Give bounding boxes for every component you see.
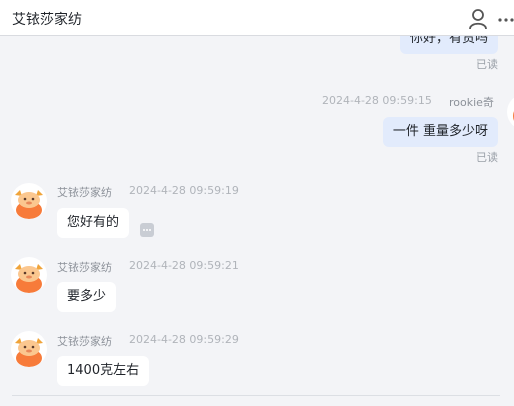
person-icon[interactable] bbox=[468, 8, 488, 30]
seller-avatar[interactable] bbox=[11, 331, 47, 367]
seller-avatar[interactable] bbox=[11, 257, 47, 293]
my-avatar[interactable] bbox=[507, 94, 514, 130]
seller-avatar-icon bbox=[11, 183, 47, 219]
seller-avatar-icon bbox=[11, 331, 47, 367]
chat-history[interactable]: 你好，有货吗 已读 2024-4-28 09:59:15 rookie奇 一件 … bbox=[0, 36, 514, 406]
sender-name: 艾铱莎家纺 bbox=[57, 186, 112, 199]
message-time: 2024-4-28 09:59:21 bbox=[129, 259, 239, 272]
sender-name: rookie奇 bbox=[449, 96, 494, 109]
divider bbox=[12, 395, 500, 396]
seller-message-bubble[interactable]: 要多少 bbox=[57, 282, 117, 312]
message-more-icon[interactable] bbox=[140, 223, 154, 237]
message-time: 2024-4-28 09:59:29 bbox=[129, 333, 239, 346]
seller-avatar[interactable] bbox=[11, 183, 47, 219]
seller-message-bubble[interactable]: 1400克左右 bbox=[57, 356, 150, 386]
more-icon[interactable] bbox=[498, 18, 514, 22]
read-status: 已读 bbox=[476, 58, 498, 71]
message-time: 2024-4-28 09:59:19 bbox=[129, 184, 239, 197]
my-message-bubble[interactable]: 你好，有货吗 bbox=[399, 36, 498, 54]
chat-title: 艾铱莎家纺 bbox=[12, 12, 82, 28]
sender-name: 艾铱莎家纺 bbox=[57, 261, 112, 274]
seller-message-bubble[interactable]: 您好有的 bbox=[57, 208, 130, 238]
header-actions bbox=[454, 8, 514, 30]
read-status: 已读 bbox=[476, 151, 498, 164]
sender-name: 艾铱莎家纺 bbox=[57, 335, 112, 348]
seller-avatar-icon bbox=[11, 257, 47, 293]
message-time: 2024-4-28 09:59:15 bbox=[322, 94, 432, 107]
chat-header: 艾铱莎家纺 bbox=[0, 0, 514, 36]
my-message-bubble[interactable]: 一件 重量多少呀 bbox=[382, 117, 498, 147]
